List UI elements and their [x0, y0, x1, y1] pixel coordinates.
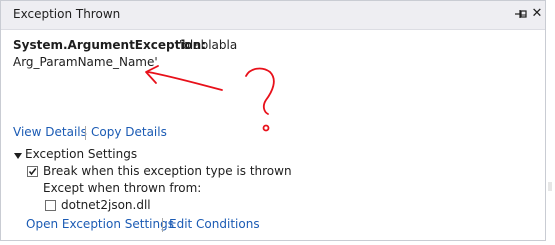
window-title: Exception Thrown — [13, 7, 121, 21]
exception-popup: Exception Thrown ✕ System.ArgumentExcept… — [0, 0, 546, 241]
except-when-thrown-from-label: Except when thrown from: — [43, 181, 202, 195]
break-when-thrown-label[interactable]: Break when this exception type is thrown — [43, 164, 292, 178]
exception-settings-header: Exception Settings — [25, 147, 138, 161]
module-exclusion-checkbox[interactable] — [45, 200, 56, 211]
link-separator — [85, 126, 86, 140]
copy-details-link[interactable]: Copy Details — [91, 125, 167, 139]
pin-icon[interactable] — [514, 8, 528, 20]
module-exclusion-label[interactable]: dotnet2json.dll — [61, 198, 151, 212]
exception-type: System.ArgumentException: — [13, 38, 207, 52]
collapse-triangle-icon[interactable] — [13, 151, 25, 161]
editor-gutter — [546, 0, 555, 245]
exception-message-line2: Arg_ParamName_Name' — [13, 55, 158, 69]
open-exception-settings-link[interactable]: Open Exception Settings — [26, 217, 174, 231]
exception-message-line1: 'blablabla — [179, 38, 238, 52]
link-separator — [162, 218, 163, 232]
close-icon[interactable]: ✕ — [531, 7, 543, 21]
scrollbar-marker — [548, 182, 552, 191]
break-when-thrown-checkbox[interactable] — [27, 166, 38, 177]
view-details-link[interactable]: View Details — [13, 125, 87, 139]
title-bar: Exception Thrown ✕ — [1, 1, 545, 30]
edit-conditions-link[interactable]: Edit Conditions — [169, 217, 260, 231]
